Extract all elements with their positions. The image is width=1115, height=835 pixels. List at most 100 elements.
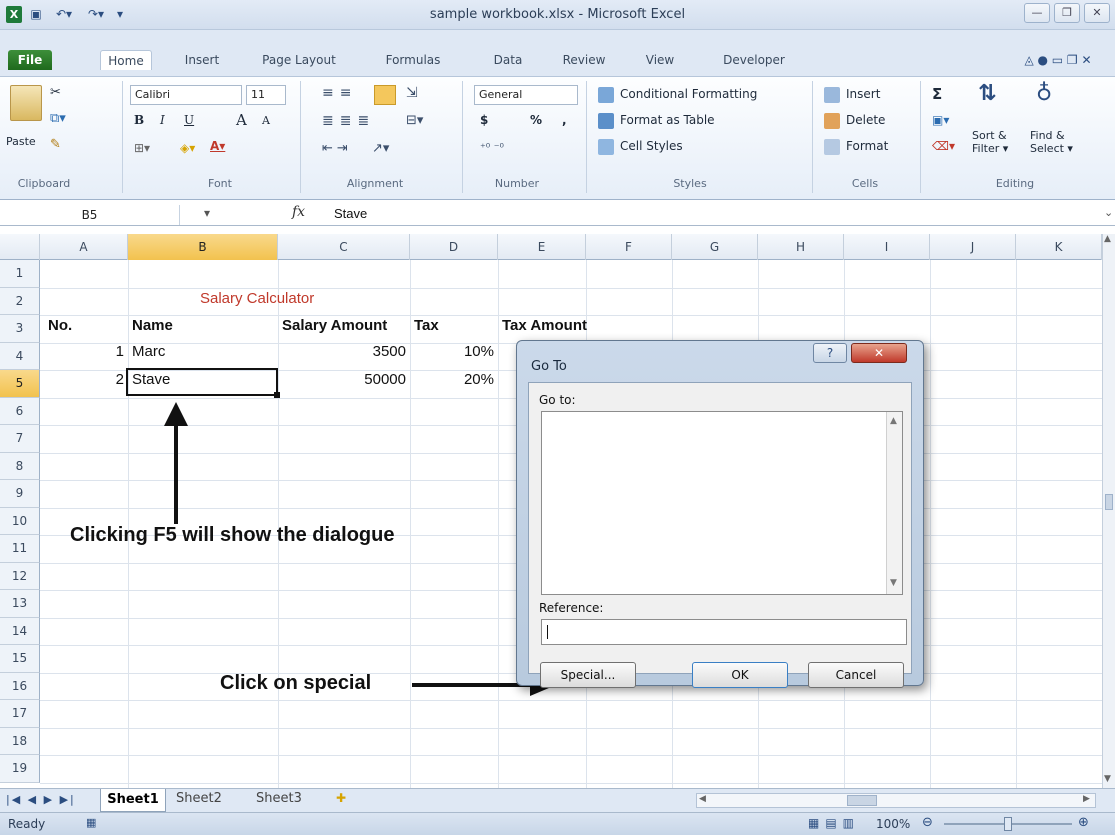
paste-icon[interactable] [10,85,42,121]
restore-icon[interactable]: ❐ [1054,3,1080,23]
number-format-box[interactable]: General [474,85,578,105]
tab-file[interactable]: File [8,50,52,70]
font-size-box[interactable]: 11 [246,85,286,105]
row-header[interactable]: 14 [0,617,40,645]
goto-list[interactable]: ▲ ▼ [541,411,903,595]
close-window-icon[interactable]: ✕ [1084,3,1110,23]
vertical-scrollbar[interactable]: ▲ ▼ [1102,234,1115,788]
h-scroll-thumb[interactable] [847,795,877,806]
cell-C5[interactable]: 50000 [330,371,406,388]
zoom-level[interactable]: 100% [876,817,910,831]
conditional-formatting-button[interactable]: Conditional Formatting [620,87,757,101]
scroll-thumb[interactable] [1105,494,1113,510]
row-header[interactable]: 12 [0,562,40,590]
cell-D5[interactable]: 20% [440,371,494,388]
macro-record-icon[interactable]: ▦ [86,816,96,829]
cell-C3[interactable]: Salary Amount [282,317,387,334]
clear-icon[interactable]: ⌫▾ [932,139,955,153]
decimal-icons[interactable]: ⁺⁰ ⁻⁰ [480,141,504,154]
name-box[interactable]: B5 [0,205,180,225]
underline-button[interactable]: U [184,113,194,127]
autosum-button[interactable]: Σ [932,85,942,103]
sheet-tab[interactable]: Sheet2 [176,791,222,806]
column-header[interactable]: C [278,234,410,260]
row-header[interactable]: 8 [0,452,40,480]
row-header[interactable]: 6 [0,397,40,425]
tab-home[interactable]: Home [100,50,152,70]
sheet-tab-active[interactable]: Sheet1 [100,789,166,812]
row-header[interactable]: 17 [0,700,40,728]
fill-handle[interactable] [274,392,280,398]
cell-E3[interactable]: Tax Amount [502,317,587,334]
row-header[interactable]: 15 [0,645,40,673]
row-header[interactable]: 19 [0,755,40,783]
expand-formula-bar-icon[interactable]: ⌄ [1104,206,1113,219]
paste-button[interactable]: Paste [6,135,36,148]
shrink-font-button[interactable]: A [262,114,270,127]
insert-cells-button[interactable]: Insert [846,87,880,101]
dialog-close-button[interactable]: ✕ [851,343,907,363]
formula-input[interactable]: Stave [334,206,367,221]
scroll-up-icon[interactable]: ▲ [1104,234,1111,244]
row-header[interactable]: 2 [0,287,40,315]
cell-A3[interactable]: No. [48,317,72,334]
row-header[interactable]: 10 [0,507,40,535]
special-button[interactable]: Special... [540,662,636,688]
cut-icon[interactable]: ✂ [50,85,61,100]
reference-input[interactable] [541,619,907,645]
row-header[interactable]: 3 [0,315,40,343]
format-as-table-button[interactable]: Format as Table [620,113,715,127]
comma-button[interactable]: , [562,113,567,127]
scroll-right-icon[interactable]: ▶ [1083,794,1090,804]
cell-B5[interactable]: Stave [132,371,170,388]
column-header[interactable]: D [410,234,498,260]
row-header[interactable]: 9 [0,480,40,508]
column-header[interactable]: F [586,234,672,260]
minimize-icon[interactable]: — [1024,3,1050,23]
column-header[interactable]: H [758,234,844,260]
tab-view[interactable]: View [640,50,680,70]
row-header[interactable]: 1 [0,260,40,288]
format-cells-button[interactable]: Format [846,139,888,153]
borders-icon[interactable]: ⊞▾ [134,141,150,155]
column-header[interactable]: G [672,234,758,260]
sort-filter-button[interactable]: Sort & Filter ▾ [972,129,1008,155]
cell-A5[interactable]: 2 [110,371,124,388]
scroll-up-icon[interactable]: ▲ [890,416,897,426]
insert-function-icon[interactable]: fx [292,204,305,220]
zoom-slider-thumb[interactable] [1004,817,1012,831]
scroll-down-icon[interactable]: ▼ [1104,774,1111,784]
cell-D4[interactable]: 10% [440,343,494,360]
delete-cells-button[interactable]: Delete [846,113,885,127]
cancel-button[interactable]: Cancel [808,662,904,688]
column-header[interactable]: I [844,234,930,260]
column-header[interactable]: J [930,234,1016,260]
help-button[interactable]: ? [813,343,847,363]
indent-icons[interactable]: ⇤⇥ [322,141,352,156]
italic-button[interactable]: I [160,113,165,127]
tab-insert[interactable]: Insert [176,50,228,70]
vertical-align-icons[interactable]: ≡≡ [322,85,357,101]
scroll-left-icon[interactable]: ◀ [699,794,706,804]
row-header[interactable]: 11 [0,535,40,563]
cell-D3[interactable]: Tax [414,317,439,334]
orientation-icon[interactable]: ↗▾ [372,141,389,156]
find-select-button[interactable]: Find & Select ▾ [1030,129,1073,155]
tab-developer[interactable]: Developer [714,50,794,70]
insert-sheet-icon[interactable]: ✚ [336,791,346,805]
grow-font-button[interactable]: A [236,111,247,129]
currency-button[interactable]: $ [480,113,488,127]
name-box-dropdown-icon[interactable]: ▾ [204,206,210,220]
cell-B2-title[interactable]: Salary Calculator [200,290,314,307]
wrap-text-icon[interactable]: ⇲ [406,85,418,101]
ok-button[interactable]: OK [692,662,788,688]
copy-icon[interactable]: ⧉▾ [50,111,66,126]
cell-B3[interactable]: Name [132,317,173,334]
ribbon-controls[interactable]: ◬ ● ▭ ❐ ✕ [1006,50,1110,70]
percent-button[interactable]: % [530,113,542,127]
tab-formulas[interactable]: Formulas [378,50,448,70]
sheet-nav-arrows[interactable]: |◀ ◀ ▶ ▶| [6,793,76,806]
column-header[interactable]: B [128,234,278,260]
bold-button[interactable]: B [134,113,144,127]
zoom-out-icon[interactable]: ⊖ [922,815,933,830]
